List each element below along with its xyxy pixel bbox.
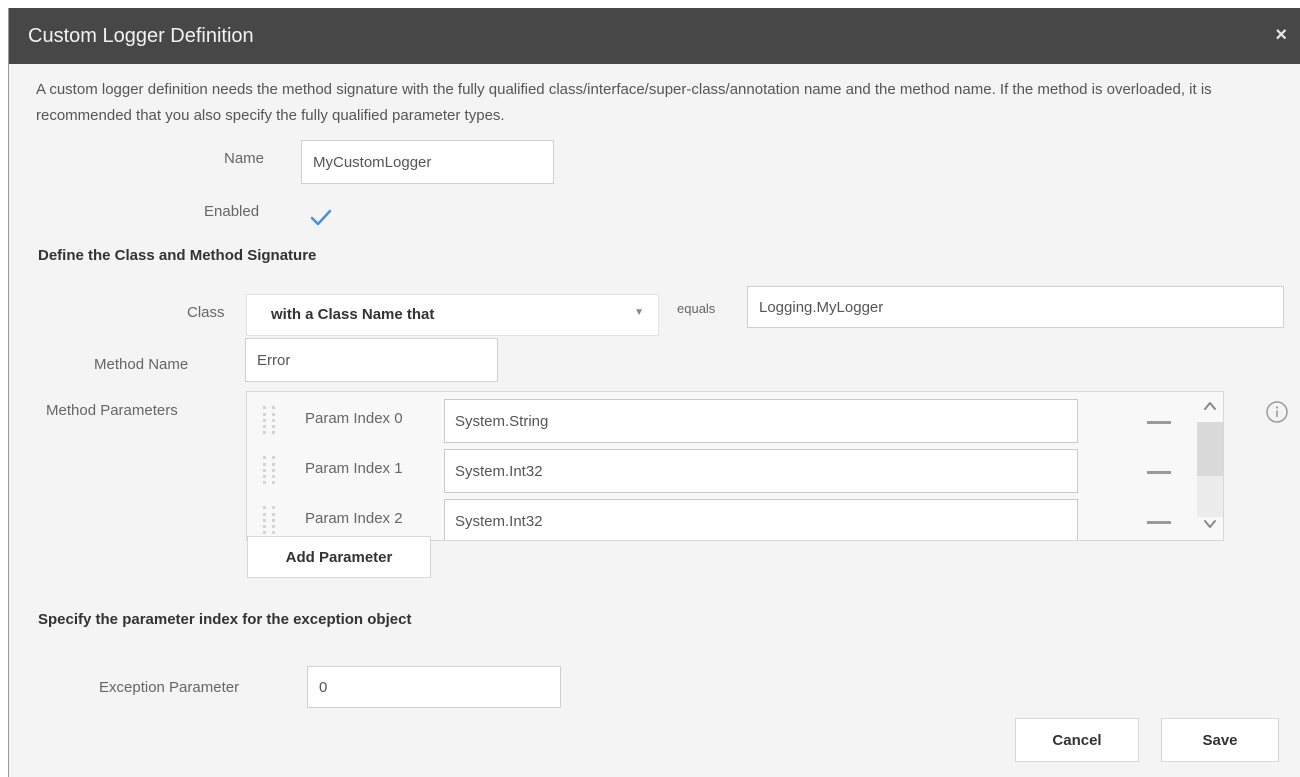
class-label: Class [187, 304, 225, 321]
param-type-value: System.Int32 [455, 512, 543, 530]
exception-section-heading: Specify the parameter index for the exce… [38, 611, 412, 628]
close-icon[interactable]: × [1275, 24, 1287, 47]
method-parameters-label: Method Parameters [46, 402, 178, 419]
parameters-list: Param Index 0 System.String Param Index … [246, 391, 1224, 541]
cancel-button[interactable]: Cancel [1015, 718, 1139, 762]
chevron-down-icon: ▼ [634, 307, 644, 318]
checkmark-icon [310, 209, 332, 226]
param-type-value: System.Int32 [455, 462, 543, 480]
save-button[interactable]: Save [1161, 718, 1279, 762]
parameter-row: Param Index 0 System.String [247, 396, 1223, 446]
name-label: Name [224, 150, 265, 167]
param-label: Param Index 0 [305, 410, 403, 427]
param-type-value: System.String [455, 412, 549, 430]
info-icon[interactable] [1265, 400, 1289, 424]
enabled-label: Enabled [204, 203, 260, 220]
class-name-input[interactable]: Logging.MyLogger [747, 286, 1284, 328]
drag-handle-icon[interactable] [263, 506, 275, 534]
method-name-value: Error [257, 351, 291, 369]
dialog-title: Custom Logger Definition [28, 25, 254, 47]
param-label: Param Index 2 [305, 510, 403, 527]
remove-icon[interactable] [1147, 471, 1171, 474]
exception-parameter-value: 0 [319, 678, 328, 696]
class-match-select[interactable]: with a Class Name that ▼ [246, 294, 659, 336]
drag-handle-icon[interactable] [263, 456, 275, 484]
parameter-row: Param Index 2 System.Int32 [247, 496, 1223, 540]
name-input-value: MyCustomLogger [313, 153, 432, 171]
remove-icon[interactable] [1147, 421, 1171, 424]
param-type-input[interactable]: System.Int32 [444, 499, 1078, 540]
drag-handle-icon[interactable] [263, 406, 275, 434]
class-match-value: with a Class Name that [271, 306, 435, 323]
remove-icon[interactable] [1147, 521, 1171, 524]
operator-label: equals [677, 301, 716, 316]
custom-logger-dialog: Custom Logger Definition × A custom logg… [8, 8, 1300, 777]
name-input[interactable]: MyCustomLogger [301, 140, 554, 184]
parameter-row: Param Index 1 System.Int32 [247, 446, 1223, 496]
dialog-description: A custom logger definition needs the met… [36, 81, 1212, 124]
scroll-up-icon[interactable] [1200, 396, 1220, 416]
class-name-value: Logging.MyLogger [759, 298, 884, 316]
param-label: Param Index 1 [305, 460, 403, 477]
scroll-down-icon[interactable] [1200, 514, 1220, 534]
add-parameter-button[interactable]: Add Parameter [247, 536, 431, 578]
exception-parameter-label: Exception Parameter [99, 679, 240, 696]
scrollbar-thumb[interactable] [1197, 422, 1223, 476]
exception-parameter-input[interactable]: 0 [307, 666, 561, 708]
param-type-input[interactable]: System.String [444, 399, 1078, 443]
dialog-titlebar: Custom Logger Definition × [9, 8, 1300, 64]
method-name-label: Method Name [94, 356, 189, 373]
parameters-scrollbar[interactable] [1197, 392, 1223, 540]
enabled-checkbox[interactable] [307, 204, 335, 232]
param-type-input[interactable]: System.Int32 [444, 449, 1078, 493]
signature-section-heading: Define the Class and Method Signature [38, 247, 317, 264]
method-name-input[interactable]: Error [245, 338, 498, 382]
